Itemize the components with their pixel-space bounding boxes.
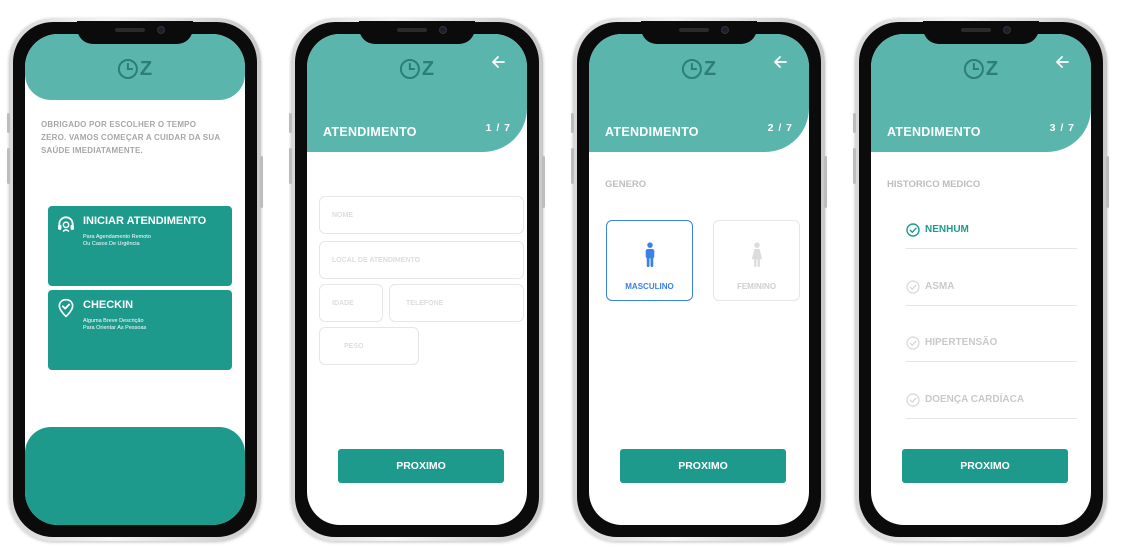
side-button: [571, 113, 574, 133]
step-indicator: 2 / 7: [767, 122, 793, 134]
next-button[interactable]: PROXIMO: [902, 449, 1068, 483]
section-label: GENERO: [605, 179, 647, 190]
phone-frame-4: Z ATENDIMENTO 3 / 7 HISTORICO MEDICO NEN…: [853, 18, 1109, 541]
gender-screen: Z ATENDIMENTO 2 / 7 GENERO MASCULINO FEM…: [589, 34, 809, 525]
phone-bezel: Z OBRIGADO POR ESCOLHER O TEMPO ZERO. VA…: [13, 21, 257, 537]
clock-icon: [681, 59, 702, 79]
side-button: [7, 148, 10, 184]
phone-bezel: Z ATENDIMENTO 1 / 7 NOME LOCAL DE ATENDI…: [295, 21, 539, 537]
back-arrow-icon[interactable]: [773, 55, 787, 69]
phone-bezel: Z ATENDIMENTO 2 / 7 GENERO MASCULINO FEM…: [577, 21, 821, 537]
patient-info-screen: Z ATENDIMENTO 1 / 7 NOME LOCAL DE ATENDI…: [307, 34, 527, 525]
section-label: HISTORICO MEDICO: [887, 179, 981, 190]
card-subtitle-line: Ou Casos De Urgência: [83, 241, 140, 247]
app-logo: Z: [399, 58, 435, 80]
phone-frame-2: Z ATENDIMENTO 1 / 7 NOME LOCAL DE ATENDI…: [289, 18, 545, 541]
card-subtitle-line: Para Agendamento Remoto: [83, 234, 151, 240]
history-label: HIPERTENSÃO: [925, 337, 998, 348]
gender-option-male[interactable]: MASCULINO: [606, 220, 693, 301]
side-button: [7, 113, 10, 133]
card-subtitle-line: Alguma Breve Descrição: [83, 318, 144, 324]
back-arrow-icon[interactable]: [491, 55, 505, 69]
check-circle-icon: [906, 336, 920, 350]
welcome-message: OBRIGADO POR ESCOLHER O TEMPO ZERO. VAMO…: [41, 120, 220, 155]
step-indicator: 1 / 7: [485, 122, 511, 134]
logo-letter: Z: [139, 58, 153, 80]
phone-frame-3: Z ATENDIMENTO 2 / 7 GENERO MASCULINO FEM…: [571, 18, 827, 541]
clock-icon: [963, 59, 984, 79]
page-title: ATENDIMENTO: [605, 125, 699, 139]
welcome-screen: Z OBRIGADO POR ESCOLHER O TEMPO ZERO. VA…: [25, 34, 245, 525]
check-circle-icon: [906, 393, 920, 407]
phone-notch: [923, 21, 1039, 44]
app-logo: Z: [681, 58, 717, 80]
history-label: ASMA: [925, 281, 955, 292]
side-button: [853, 148, 856, 184]
app-logo: Z: [963, 58, 999, 80]
app-logo: Z: [117, 58, 153, 80]
gender-label: FEMININO: [736, 282, 777, 291]
history-option-none[interactable]: NENHUM: [906, 221, 1077, 249]
card-title: CHECKIN: [83, 299, 134, 311]
clock-icon: [399, 59, 420, 79]
history-option-asthma[interactable]: ASMA: [906, 278, 1077, 306]
gender-option-female[interactable]: FEMININO: [713, 220, 800, 301]
history-label: DOENÇA CARDÍACA: [925, 394, 1025, 405]
female-person-icon: [751, 242, 763, 267]
start-attendance-card[interactable]: INICIAR ATENDIMENTO Para Agendamento Rem…: [48, 206, 232, 286]
page-title: ATENDIMENTO: [323, 125, 417, 139]
clock-icon: [117, 59, 138, 79]
side-button: [571, 148, 574, 184]
history-label: NENHUM: [925, 224, 969, 235]
phone-notch: [77, 21, 193, 44]
logo-letter: Z: [421, 58, 435, 80]
side-button: [853, 113, 856, 133]
phone-notch: [641, 21, 757, 44]
phone-bezel: Z ATENDIMENTO 3 / 7 HISTORICO MEDICO NEN…: [859, 21, 1103, 537]
location-field[interactable]: LOCAL DE ATENDIMENTO: [319, 241, 524, 279]
next-button[interactable]: PROXIMO: [620, 449, 786, 483]
side-button: [824, 156, 827, 208]
card-subtitle: Para Agendamento Remoto Ou Casos De Urgê…: [83, 234, 151, 248]
card-subtitle-line: Para Orientar As Pessoas: [83, 325, 147, 331]
age-field[interactable]: IDADE: [319, 284, 383, 322]
history-option-hypertension[interactable]: HIPERTENSÃO: [906, 334, 1077, 362]
phone-frame-1: Z OBRIGADO POR ESCOLHER O TEMPO ZERO. VA…: [7, 18, 263, 541]
back-arrow-icon[interactable]: [1055, 55, 1069, 69]
next-button[interactable]: PROXIMO: [338, 449, 504, 483]
card-title: INICIAR ATENDIMENTO: [83, 215, 207, 227]
male-person-icon: [645, 242, 655, 267]
card-subtitle: Alguma Breve Descrição Para Orientar As …: [83, 318, 146, 332]
check-circle-icon: [906, 280, 920, 294]
step-indicator: 3 / 7: [1049, 122, 1075, 134]
logo-letter: Z: [703, 58, 717, 80]
side-button: [289, 113, 292, 133]
location-check-icon: [58, 298, 74, 318]
side-button: [1106, 156, 1109, 208]
footer-banner: [25, 427, 245, 525]
side-button: [260, 156, 263, 208]
side-button: [289, 148, 292, 184]
headset-icon: [58, 216, 74, 233]
checkin-card[interactable]: CHECKIN Alguma Breve Descrição Para Orie…: [48, 290, 232, 370]
phone-notch: [359, 21, 475, 44]
check-circle-icon: [906, 223, 920, 237]
gender-label: MASCULINO: [625, 282, 674, 291]
medical-history-screen: Z ATENDIMENTO 3 / 7 HISTORICO MEDICO NEN…: [871, 34, 1091, 525]
logo-letter: Z: [985, 58, 999, 80]
page-title: ATENDIMENTO: [887, 125, 981, 139]
phone-field[interactable]: TELEFONE: [389, 284, 524, 322]
weight-field[interactable]: PESO: [319, 327, 419, 365]
name-field[interactable]: NOME: [319, 196, 524, 234]
side-button: [542, 156, 545, 208]
history-option-heart-disease[interactable]: DOENÇA CARDÍACA: [906, 391, 1077, 419]
